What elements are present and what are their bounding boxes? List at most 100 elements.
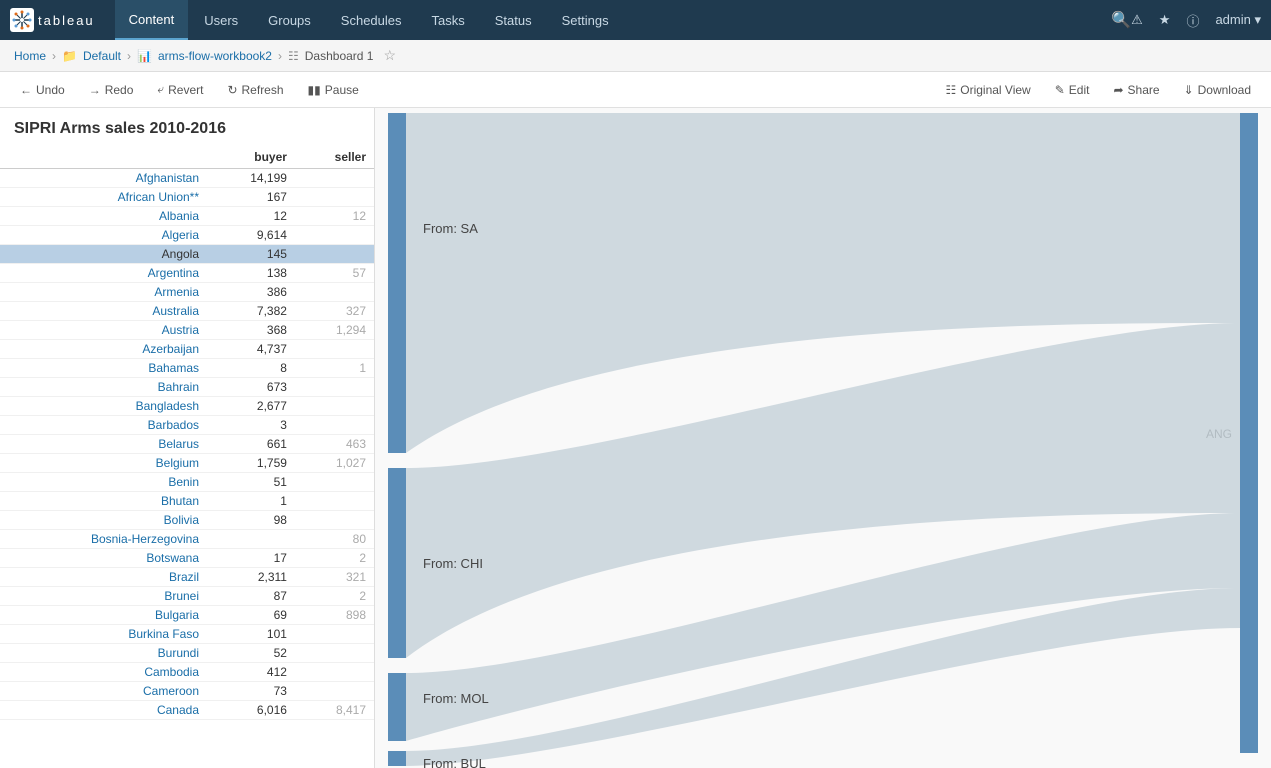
favorite-star-icon[interactable]: ☆ [383,47,396,64]
table-row[interactable]: Belgium1,7591,027 [0,454,374,473]
table-row[interactable]: Albania1212 [0,207,374,226]
buyer-value: 145 [207,245,295,264]
nav-content[interactable]: Content [115,0,189,40]
country-name: Belgium [0,454,207,473]
main-content: SIPRI Arms sales 2010-2016 buyer seller … [0,108,1271,768]
seller-value [295,511,374,530]
table-row[interactable]: Azerbaijan4,737 [0,340,374,359]
table-row[interactable]: Belarus661463 [0,435,374,454]
country-name: Bhutan [0,492,207,511]
breadcrumb-sep1: › [52,49,56,63]
table-row[interactable]: Bahamas81 [0,359,374,378]
info-icon[interactable]: ⓘ [1186,11,1199,30]
seller-value [295,340,374,359]
table-row[interactable]: Botswana172 [0,549,374,568]
sankey-chart[interactable]: ANG From: SA From: CHI From: MOL From: B… [375,108,1271,768]
country-name: Bulgaria [0,606,207,625]
seller-value [295,188,374,207]
table-row[interactable]: Bhutan1 [0,492,374,511]
column-buyer[interactable]: buyer [207,146,295,169]
table-row[interactable]: Australia7,382327 [0,302,374,321]
buyer-value: 52 [207,644,295,663]
seller-value [295,625,374,644]
country-name: Cameroon [0,682,207,701]
undo-button[interactable]: ← Undo [10,79,75,101]
buyer-value: 69 [207,606,295,625]
nav-tasks[interactable]: Tasks [418,0,479,40]
seller-value [295,397,374,416]
search-icon[interactable]: 🔍 [1111,10,1131,30]
table-row[interactable]: Brunei872 [0,587,374,606]
table-row[interactable]: Bahrain673 [0,378,374,397]
breadcrumb-dashboard: Dashboard 1 [305,49,374,63]
edit-button[interactable]: ✎ Edit [1045,79,1100,101]
nav-users[interactable]: Users [190,0,252,40]
breadcrumb-default[interactable]: Default [83,49,121,63]
favorite-icon[interactable]: ★ [1159,12,1171,28]
logo-text: tableau [38,13,95,28]
country-name: Albania [0,207,207,226]
country-name: Afghanistan [0,169,207,188]
pause-button[interactable]: ▮▮ Pause [298,79,369,101]
table-row[interactable]: Cambodia412 [0,663,374,682]
table-row[interactable]: African Union**167 [0,188,374,207]
breadcrumb: Home › 📁 Default › 📊 arms-flow-workbook2… [0,40,1271,72]
breadcrumb-home[interactable]: Home [14,49,46,63]
right-bar-ang [1240,113,1258,753]
table-row[interactable]: Armenia386 [0,283,374,302]
country-name: Barbados [0,416,207,435]
table-row[interactable]: Austria3681,294 [0,321,374,340]
table-row[interactable]: Bangladesh2,677 [0,397,374,416]
refresh-button[interactable]: ↻ Refresh [217,79,293,101]
nav-status[interactable]: Status [481,0,546,40]
country-name: Bangladesh [0,397,207,416]
breadcrumb-workbook[interactable]: arms-flow-workbook2 [158,49,272,63]
revert-button[interactable]: ⤶ Revert [147,78,213,101]
seller-value [295,226,374,245]
left-bar-chi [388,468,406,658]
table-row[interactable]: Canada6,0168,417 [0,701,374,720]
left-panel: SIPRI Arms sales 2010-2016 buyer seller … [0,108,375,768]
country-name: Angola [0,245,207,264]
table-row[interactable]: Bulgaria69898 [0,606,374,625]
refresh-icon: ↻ [227,83,237,97]
column-seller[interactable]: seller [295,146,374,169]
table-row[interactable]: Angola145 [0,245,374,264]
left-bar-sa [388,113,406,453]
seller-value: 1 [295,359,374,378]
nav-schedules[interactable]: Schedules [327,0,416,40]
buyer-value: 51 [207,473,295,492]
original-view-button[interactable]: ☷ Original View [935,79,1040,101]
table-row[interactable]: Algeria9,614 [0,226,374,245]
table-row[interactable]: Benin51 [0,473,374,492]
buyer-value: 87 [207,587,295,606]
table-row[interactable]: Bosnia-Herzegovina80 [0,530,374,549]
table-row[interactable]: Burkina Faso101 [0,625,374,644]
seller-value: 1,027 [295,454,374,473]
nav-settings[interactable]: Settings [548,0,623,40]
flow-label-chi: From: CHI [423,556,483,571]
table-row[interactable]: Argentina13857 [0,264,374,283]
share-button[interactable]: ➦ Share [1103,79,1169,101]
buyer-value: 6,016 [207,701,295,720]
table-row[interactable]: Cameroon73 [0,682,374,701]
buyer-value: 73 [207,682,295,701]
table-row[interactable]: Bolivia98 [0,511,374,530]
table-row[interactable]: Afghanistan14,199 [0,169,374,188]
buyer-value: 138 [207,264,295,283]
admin-menu[interactable]: admin ▾ [1215,12,1261,28]
buyer-value: 9,614 [207,226,295,245]
buyer-value: 12 [207,207,295,226]
table-row[interactable]: Burundi52 [0,644,374,663]
download-button[interactable]: ⇓ Download [1174,79,1261,101]
table-row[interactable]: Barbados3 [0,416,374,435]
download-icon: ⇓ [1184,83,1194,97]
country-name: Botswana [0,549,207,568]
tableau-logo: tableau [10,8,95,32]
toolbar: ← Undo → Redo ⤶ Revert ↻ Refresh ▮▮ Paus… [0,72,1271,108]
table-row[interactable]: Brazil2,311321 [0,568,374,587]
buyer-value: 2,677 [207,397,295,416]
redo-button[interactable]: → Redo [79,79,144,101]
alert-icon[interactable]: ⚠ [1131,12,1143,28]
nav-groups[interactable]: Groups [254,0,325,40]
